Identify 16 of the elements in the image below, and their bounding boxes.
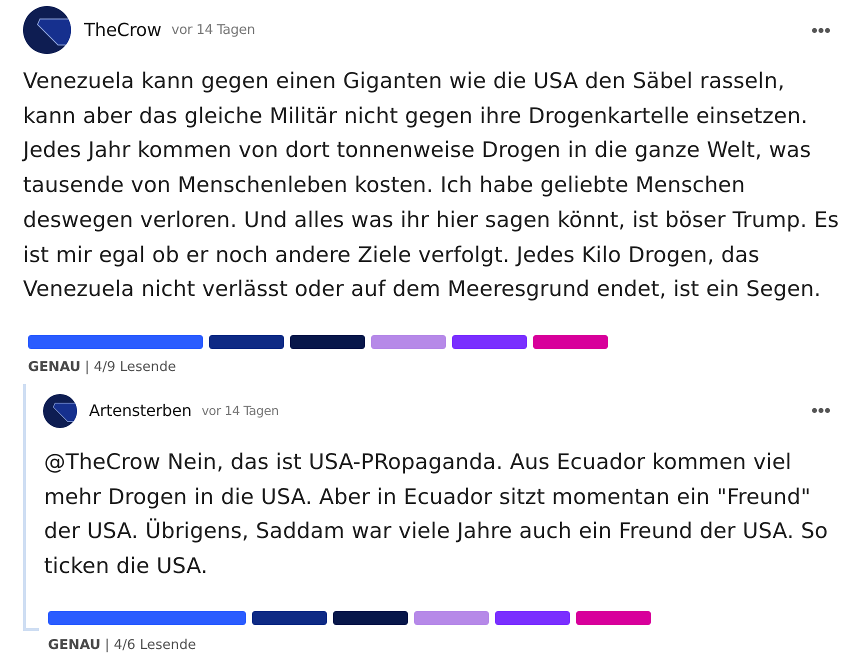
author-name[interactable]: Artensterben	[89, 401, 192, 420]
avatar-icon	[23, 6, 71, 54]
more-options-icon[interactable]	[812, 408, 830, 414]
reply-text: @TheCrow Nein, das ist USA-PRopaganda. Aus Ecuador kommen viel mehr Drogen in die USA. Aber in Ecuador sitzt momentan ein "Freund" der USA. Übrigens, Saddam war viele Jahre auch ein Freund der USA. So ticken die USA.	[43, 448, 829, 582]
author-name[interactable]: TheCrow	[84, 20, 162, 40]
post-time: vor 14 Tagen	[171, 22, 256, 38]
more-options-icon[interactable]	[812, 28, 830, 32]
comment-text: Venezuela kann gegen einen Giganten wie die USA den Säbel rasseln, kann aber das gleiche Militär nicht gegen ihre Drogenkartelle einsetzen. Jedes Jahr kommen von dort tonnenweise Drogen in die ganze Welt, was tausende von Menschenleben kosten. Ich habe geliebte Menschen deswegen verloren. Und alles was ihr hier sagen könnt, ist böser Trump. Es ist mir egal ob er noch andere Ziele verfolgt. Jedes Kilo Drogen, das Venezuela nicht verlässt oder auf dem Meeresgrund endet, ist ein Segen.	[23, 68, 840, 304]
post-time: vor 14 Tagen	[202, 403, 279, 418]
rating-bar[interactable]	[333, 610, 408, 625]
rating-summary: GENAU | 4/6 Lesende	[48, 636, 198, 654]
rating-bar[interactable]	[209, 334, 284, 349]
avatar-icon	[43, 394, 77, 428]
rating-bar[interactable]	[252, 610, 327, 625]
rating-summary: GENAU | 4/9 Lesende	[28, 358, 178, 376]
rating-bar[interactable]	[290, 334, 365, 349]
